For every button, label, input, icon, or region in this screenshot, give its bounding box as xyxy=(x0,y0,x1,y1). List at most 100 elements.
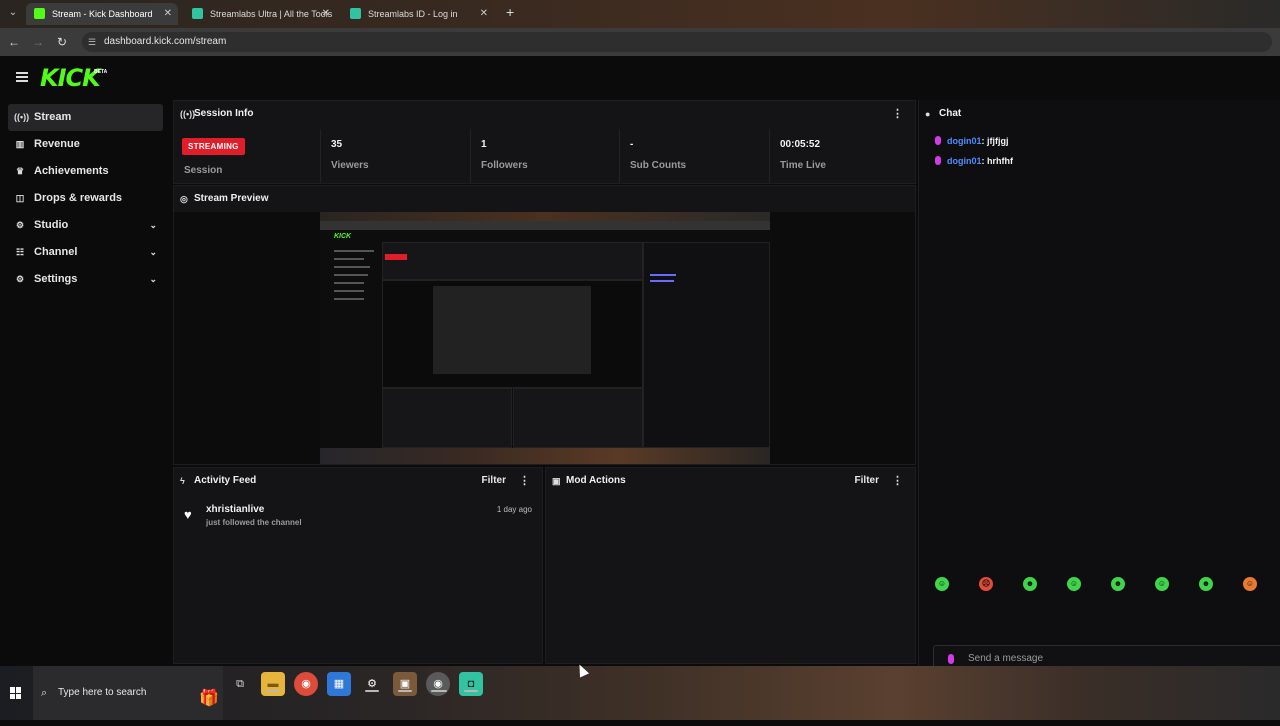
activity-user[interactable]: xhristianlive xyxy=(206,504,264,515)
task-view-icon[interactable]: ⧉ xyxy=(228,672,252,696)
tab-close-icon[interactable]: ✕ xyxy=(164,3,172,25)
sidebar: ((•)) Stream ▥ Revenue ♛ Achievements ◫ … xyxy=(0,104,170,293)
search-icon: ⌕ xyxy=(41,687,48,699)
chevron-down-icon[interactable]: ⌄ xyxy=(149,212,157,239)
search-placeholder: Type here to search xyxy=(58,687,147,698)
chat-text: : jfjfjgj xyxy=(981,136,1009,146)
sidebar-item-stream[interactable]: ((•)) Stream xyxy=(8,104,163,131)
preview-mini-nav xyxy=(334,298,364,300)
chevron-down-icon[interactable]: ⌄ xyxy=(149,266,157,293)
stream-preview-panel: ◎ Stream Preview KICK xyxy=(173,185,916,465)
sidebar-item-label: Studio xyxy=(34,219,69,231)
chrome-active-icon[interactable]: ◉ xyxy=(426,672,450,696)
panel-title: Session Info xyxy=(194,108,254,119)
emote-icon[interactable]: ☻ xyxy=(1023,577,1037,591)
preview-mini-badge xyxy=(385,254,407,260)
tab-close-icon[interactable]: ✕ xyxy=(322,3,330,25)
browser-tab-streamlabs-id[interactable]: Streamlabs ID - Log in ✕ xyxy=(342,3,494,25)
preview-mini-chat xyxy=(643,242,770,448)
settings-icon[interactable]: ⚙ xyxy=(360,672,384,696)
reload-icon[interactable]: ↻ xyxy=(54,34,70,50)
stream-preview-header: ◎ Stream Preview xyxy=(174,186,915,212)
browser-tab-streamlabs-ultra[interactable]: Streamlabs Ultra | All the Tools ✕ xyxy=(184,3,336,25)
stat-value: 00:05:52 xyxy=(780,139,821,150)
mic-icon xyxy=(948,654,954,664)
preview-mini-nav xyxy=(334,250,374,252)
channel-icon: ☷ xyxy=(15,247,25,257)
emote-icon[interactable]: ☺ xyxy=(935,577,949,591)
url-text: dashboard.kick.com/stream xyxy=(104,36,227,47)
chevron-down-icon[interactable]: ⌄ xyxy=(149,239,157,266)
kick-logo[interactable]: KICK xyxy=(40,64,101,92)
broadcast-icon: ((•)) xyxy=(14,112,30,122)
chat-username[interactable]: dogin01 xyxy=(947,156,982,166)
chrome-icon[interactable]: ◉ xyxy=(294,672,318,696)
stat-label: Viewers xyxy=(331,160,369,171)
streamlabs-icon[interactable]: ◘ xyxy=(459,672,483,696)
stat-viewers: 35 Viewers xyxy=(321,129,471,183)
activity-filter-button[interactable]: Filter xyxy=(482,468,506,494)
session-info-header: ((•)) Session Info ⋮ xyxy=(174,101,915,127)
sidebar-item-label: Drops & rewards xyxy=(34,192,123,204)
chat-message: dogin01: jfjfjgj xyxy=(933,134,1009,148)
more-options-icon[interactable]: ⋮ xyxy=(892,101,903,127)
preview-mini-activity xyxy=(382,388,512,448)
sidebar-item-label: Channel xyxy=(34,246,78,258)
url-field[interactable]: ☰ dashboard.kick.com/stream xyxy=(82,32,1272,52)
sidebar-item-label: Revenue xyxy=(34,138,80,150)
browser-tab-kick[interactable]: Stream - Kick Dashboard ✕ xyxy=(26,3,178,25)
sidebar-item-label: Settings xyxy=(34,273,78,285)
preview-mini-mod xyxy=(513,388,643,448)
emote-icon[interactable]: ☹ xyxy=(979,577,993,591)
stat-label: Sub Counts xyxy=(630,160,687,171)
windows-start-icon[interactable] xyxy=(10,687,22,699)
emote-icon[interactable]: ☺ xyxy=(1243,577,1257,591)
activity-feed-panel: ϟ Activity Feed Filter ⋮ ♥ xhristianlive… xyxy=(173,467,543,664)
panel-title: Stream Preview xyxy=(194,193,269,204)
site-info-icon[interactable]: ☰ xyxy=(88,37,98,47)
back-icon[interactable]: ← xyxy=(6,34,22,50)
sidebar-item-revenue[interactable]: ▥ Revenue xyxy=(8,131,163,158)
panel-title: Activity Feed xyxy=(194,475,257,486)
sidebar-item-achievements[interactable]: ♛ Achievements xyxy=(8,158,163,185)
chat-username[interactable]: dogin01 xyxy=(947,136,982,146)
sidebar-item-settings[interactable]: ⚙ Settings ⌄ xyxy=(8,266,163,293)
sidebar-item-studio[interactable]: ⚙ Studio ⌄ xyxy=(8,212,163,239)
file-explorer-icon[interactable]: ▬ xyxy=(261,672,285,696)
preview-mini-logo: KICK xyxy=(334,233,352,240)
preview-mini-nested xyxy=(433,286,591,374)
minecraft-icon[interactable]: ▣ xyxy=(393,672,417,696)
more-options-icon[interactable]: ⋮ xyxy=(519,468,530,494)
activity-item: ♥ xhristianlive just followed the channe… xyxy=(184,504,532,534)
store-icon[interactable]: ▦ xyxy=(327,672,351,696)
emote-icon[interactable]: ☺ xyxy=(1155,577,1169,591)
mic-icon xyxy=(935,156,941,165)
mic-icon xyxy=(935,136,941,145)
mod-actions-header: ▣ Mod Actions Filter ⋮ xyxy=(546,468,915,494)
emote-icon[interactable]: ☻ xyxy=(1111,577,1125,591)
stat-time-live: 00:05:52 Time Live xyxy=(770,129,916,183)
panel-title: Chat xyxy=(939,108,962,119)
tab-list-chevron-icon[interactable]: ⌄ xyxy=(4,4,22,22)
chat-input-placeholder: Send a message xyxy=(968,653,1044,664)
streaming-badge: STREAMING xyxy=(182,138,245,155)
broadcast-icon: ((•)) xyxy=(180,109,196,119)
new-tab-button[interactable]: + xyxy=(506,4,514,20)
hamburger-menu-icon[interactable] xyxy=(16,72,28,82)
mod-filter-button[interactable]: Filter xyxy=(855,468,879,494)
active-indicator xyxy=(365,690,379,692)
stream-preview-video[interactable]: KICK xyxy=(320,212,770,464)
streamlabs-favicon-icon xyxy=(192,8,203,19)
more-options-icon[interactable]: ⋮ xyxy=(892,468,903,494)
emote-icon[interactable]: ☺ xyxy=(1067,577,1081,591)
tab-close-icon[interactable]: ✕ xyxy=(480,3,488,25)
forward-icon[interactable]: → xyxy=(30,34,46,50)
emote-icon[interactable]: ☻ xyxy=(1199,577,1213,591)
sidebar-item-drops-rewards[interactable]: ◫ Drops & rewards xyxy=(8,185,163,212)
heart-icon: ♥ xyxy=(184,507,192,522)
windows-taskbar: ⌕ Type here to search 🎁 ⧉ ▬ ◉ ▦ ⚙ ▣ ◉ ◘ xyxy=(0,666,1280,720)
chat-panel: ● Chat dogin01: jfjfjgj dogin01: hrhfhf … xyxy=(918,100,1280,673)
sidebar-item-channel[interactable]: ☷ Channel ⌄ xyxy=(8,239,163,266)
taskbar-search-input[interactable]: ⌕ Type here to search 🎁 xyxy=(33,666,223,720)
gear-icon: ⚙ xyxy=(15,274,25,284)
